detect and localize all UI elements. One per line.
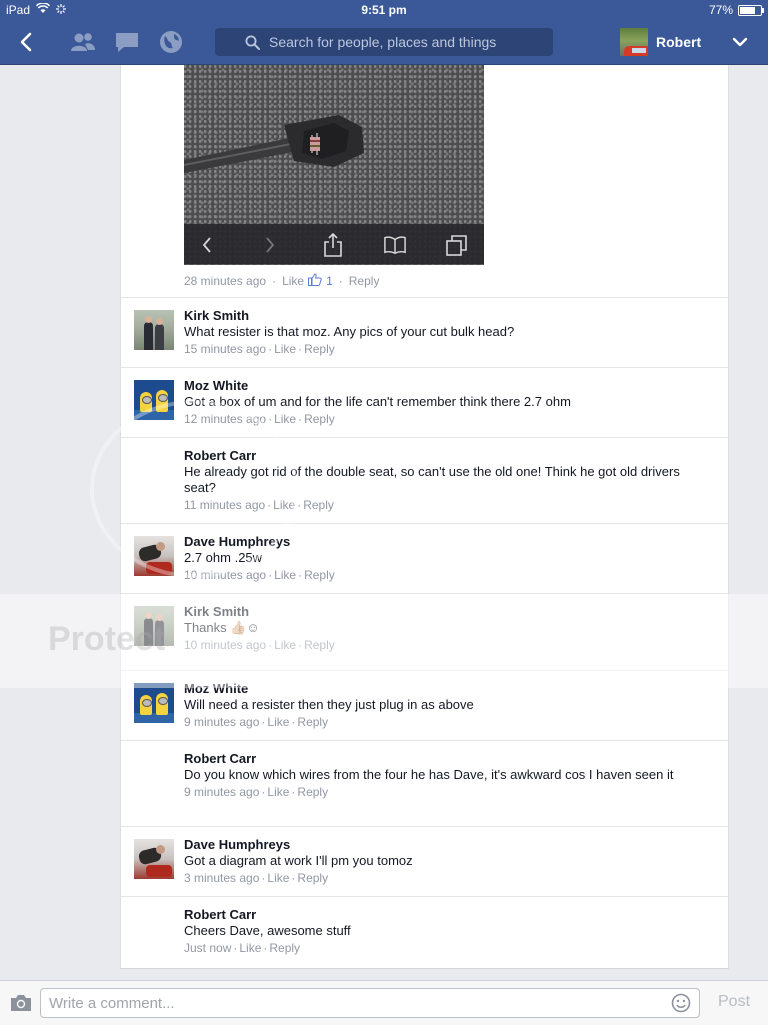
comment-timestamp: 9 minutes ago xyxy=(184,785,260,799)
like-link[interactable]: Like xyxy=(274,412,296,426)
camera-icon[interactable] xyxy=(9,993,33,1017)
reply-link[interactable]: Reply xyxy=(303,498,334,512)
comment-text: What resister is that moz. Any pics of y… xyxy=(184,324,515,339)
profile-name: Robert xyxy=(656,34,702,50)
search-icon xyxy=(245,35,260,50)
commenter-name[interactable]: Moz White xyxy=(184,378,714,394)
like-link[interactable]: Like xyxy=(274,568,296,582)
avatar[interactable] xyxy=(134,683,174,723)
comment-timestamp: Just now xyxy=(184,941,232,955)
comment-text: Cheers Dave, awesome stuff xyxy=(184,923,351,938)
commenter-name[interactable]: Dave Humphreys xyxy=(184,837,714,853)
reply-link[interactable]: Reply xyxy=(304,342,335,356)
nav-bar: Search for people, places and things Rob… xyxy=(0,20,768,65)
watermark-text: Protect xyxy=(48,620,166,658)
comment-text: Got a diagram at work I'll pm you tomoz xyxy=(184,853,413,868)
chevron-left-icon[interactable] xyxy=(14,28,38,56)
avatar[interactable] xyxy=(134,310,174,350)
like-link[interactable]: Like xyxy=(239,941,261,955)
comment-item: Dave Humphreys Got a diagram at work I'll… xyxy=(121,826,728,897)
comment-meta: 15 minutes ago · Like · Reply xyxy=(184,342,335,356)
like-link[interactable]: Like xyxy=(267,785,289,799)
like-count: 1 xyxy=(326,274,333,288)
watermark-circle xyxy=(90,400,298,578)
status-bar: iPad 9:51 pm 77% xyxy=(0,0,768,20)
browser-forward-icon[interactable] xyxy=(259,234,281,256)
comment-composer: Write a comment... Post xyxy=(0,980,768,1025)
reply-link[interactable]: Reply xyxy=(304,568,335,582)
comment-meta: Just now · Like · Reply xyxy=(184,941,301,955)
messages-icon[interactable] xyxy=(112,28,142,56)
commenter-name[interactable]: Robert Carr xyxy=(184,751,714,767)
search-bar[interactable]: Search for people, places and things xyxy=(215,28,553,56)
share-icon[interactable] xyxy=(322,233,344,257)
avatar[interactable] xyxy=(134,839,174,879)
comment-meta: 9 minutes ago · Like · Reply xyxy=(184,715,329,729)
tabs-icon[interactable] xyxy=(446,234,468,256)
battery-icon xyxy=(738,4,764,16)
reply-link[interactable]: Reply xyxy=(269,941,300,955)
commenter-name[interactable]: Robert Carr xyxy=(184,907,714,923)
battery-percent: 77% xyxy=(708,3,733,17)
friends-icon[interactable] xyxy=(68,28,98,56)
avatar xyxy=(620,28,648,56)
commenter-name[interactable]: Kirk Smith xyxy=(184,308,714,324)
photo-toolbar xyxy=(184,224,484,264)
comment-timestamp: 3 minutes ago xyxy=(184,871,260,885)
reply-link[interactable]: Reply xyxy=(297,871,328,885)
like-link[interactable]: Like xyxy=(267,871,289,885)
comment-placeholder: Write a comment... xyxy=(49,994,175,1012)
like-link[interactable]: Like xyxy=(282,274,304,288)
post-timestamp: 28 minutes ago xyxy=(184,274,267,288)
status-time: 9:51 pm xyxy=(361,3,407,17)
like-link[interactable]: Like xyxy=(267,715,289,729)
bookmarks-icon[interactable] xyxy=(384,234,406,256)
reply-link[interactable]: Reply xyxy=(304,412,335,426)
reply-link[interactable]: Reply xyxy=(297,785,328,799)
avatar[interactable] xyxy=(134,753,174,793)
browser-back-icon[interactable] xyxy=(196,234,218,256)
comment-text: Got a box of um and for the life can't r… xyxy=(184,394,571,409)
comment-text: Do you know which wires from the four he… xyxy=(184,767,674,782)
photo-post-meta: 28 minutes ago · Like 1 · Reply xyxy=(184,273,380,289)
comment-meta: 3 minutes ago · Like · Reply xyxy=(184,871,329,885)
smiley-icon[interactable] xyxy=(671,993,691,1017)
comment-item: Robert Carr Cheers Dave, awesome stuff Jus… xyxy=(121,896,728,968)
search-input[interactable]: Search for people, places and things xyxy=(269,34,496,50)
comment-input[interactable]: Write a comment... xyxy=(40,988,700,1018)
comment-text: Will need a resister then they just plug… xyxy=(184,697,474,712)
post-button[interactable]: Post xyxy=(718,993,750,1011)
globe-icon[interactable] xyxy=(156,28,186,56)
reply-link[interactable]: Reply xyxy=(349,274,380,288)
chevron-down-icon[interactable] xyxy=(728,28,752,56)
profile-button[interactable]: Robert xyxy=(620,27,701,57)
comment-timestamp: 9 minutes ago xyxy=(184,715,260,729)
like-link[interactable]: Like xyxy=(274,342,296,356)
reply-link[interactable]: Reply xyxy=(297,715,328,729)
comment-item: Kirk Smith What resister is that moz. Any… xyxy=(121,297,728,368)
comment-meta: 10 minutes ago · Like · Reply xyxy=(184,568,335,582)
comment-timestamp: 15 minutes ago xyxy=(184,342,267,356)
thumbs-up-icon xyxy=(308,273,322,289)
comment-item: Robert Carr Do you know which wires from … xyxy=(121,740,728,827)
avatar[interactable] xyxy=(134,909,174,949)
comment-meta: 9 minutes ago · Like · Reply xyxy=(184,785,329,799)
